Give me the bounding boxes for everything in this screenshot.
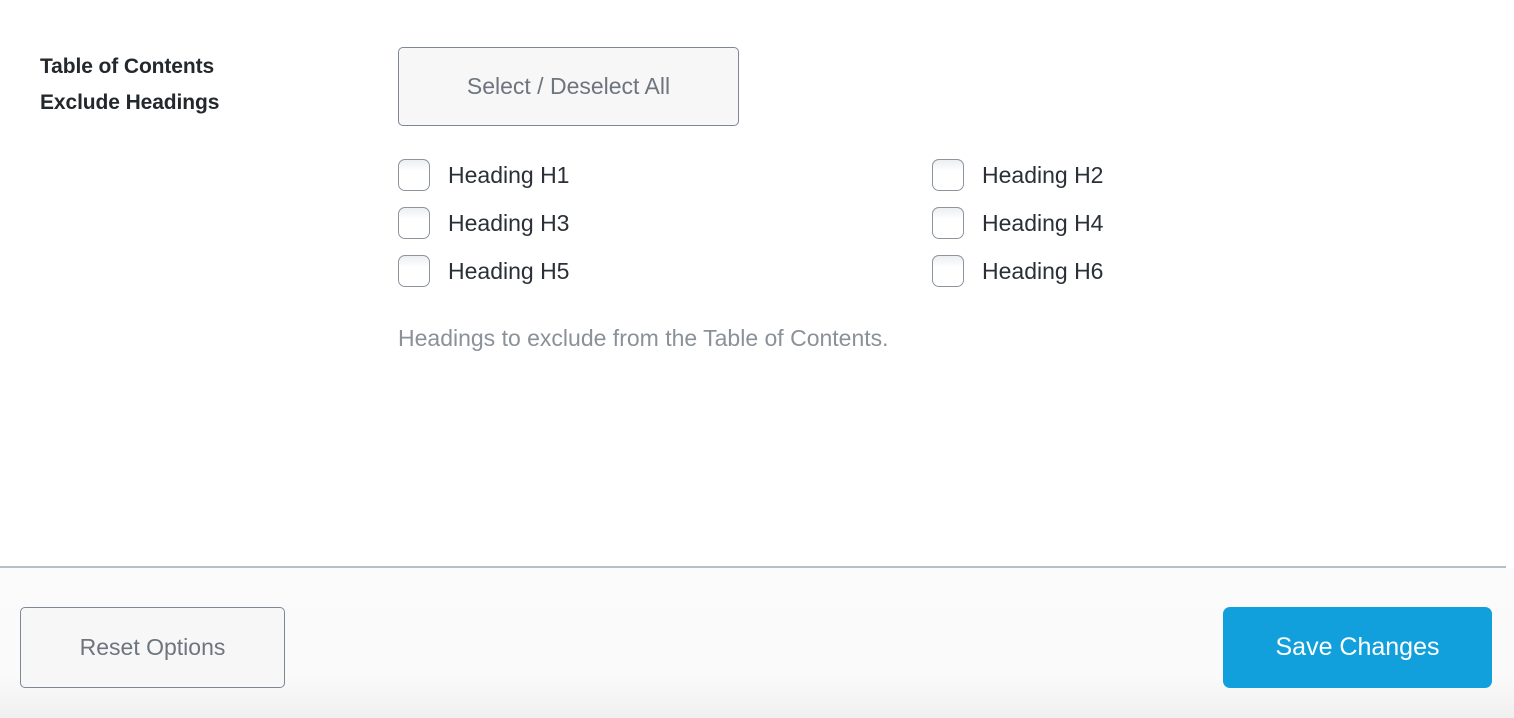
field-label-line-1: Table of Contents	[40, 49, 370, 85]
checkbox-box-icon-h1[interactable]	[398, 159, 430, 191]
checkbox-column-right: Heading H2 Heading H4 Heading H6	[932, 158, 1103, 302]
checkbox-box-icon-h3[interactable]	[398, 207, 430, 239]
field-label-line-2: Exclude Headings	[40, 85, 370, 121]
checkbox-item-heading-h4[interactable]: Heading H4	[932, 206, 1103, 240]
save-changes-button[interactable]: Save Changes	[1223, 607, 1492, 688]
checkbox-item-heading-h5[interactable]: Heading H5	[398, 254, 569, 288]
checkbox-item-heading-h2[interactable]: Heading H2	[932, 158, 1103, 192]
checkbox-item-heading-h6[interactable]: Heading H6	[932, 254, 1103, 288]
checkbox-item-heading-h3[interactable]: Heading H3	[398, 206, 569, 240]
checkbox-label-h1: Heading H1	[448, 159, 569, 191]
form-footer: Reset Options Save Changes	[0, 568, 1514, 718]
settings-page: Table of Contents Exclude Headings Selec…	[0, 0, 1514, 718]
checkbox-label-h5: Heading H5	[448, 255, 569, 287]
field-help-text: Headings to exclude from the Table of Co…	[398, 325, 889, 352]
checkbox-box-icon-h2[interactable]	[932, 159, 964, 191]
checkbox-label-h4: Heading H4	[982, 207, 1103, 239]
checkbox-box-icon-h4[interactable]	[932, 207, 964, 239]
field-label: Table of Contents Exclude Headings	[40, 49, 370, 121]
checkbox-column-left: Heading H1 Heading H3 Heading H5	[398, 158, 569, 302]
checkbox-label-h6: Heading H6	[982, 255, 1103, 287]
reset-options-button[interactable]: Reset Options	[20, 607, 285, 688]
checkbox-label-h3: Heading H3	[448, 207, 569, 239]
setting-field-row: Table of Contents Exclude Headings Selec…	[0, 0, 1514, 566]
checkbox-box-icon-h5[interactable]	[398, 255, 430, 287]
checkbox-label-h2: Heading H2	[982, 159, 1103, 191]
checkbox-item-heading-h1[interactable]: Heading H1	[398, 158, 569, 192]
select-deselect-all-button[interactable]: Select / Deselect All	[398, 47, 739, 126]
checkbox-box-icon-h6[interactable]	[932, 255, 964, 287]
